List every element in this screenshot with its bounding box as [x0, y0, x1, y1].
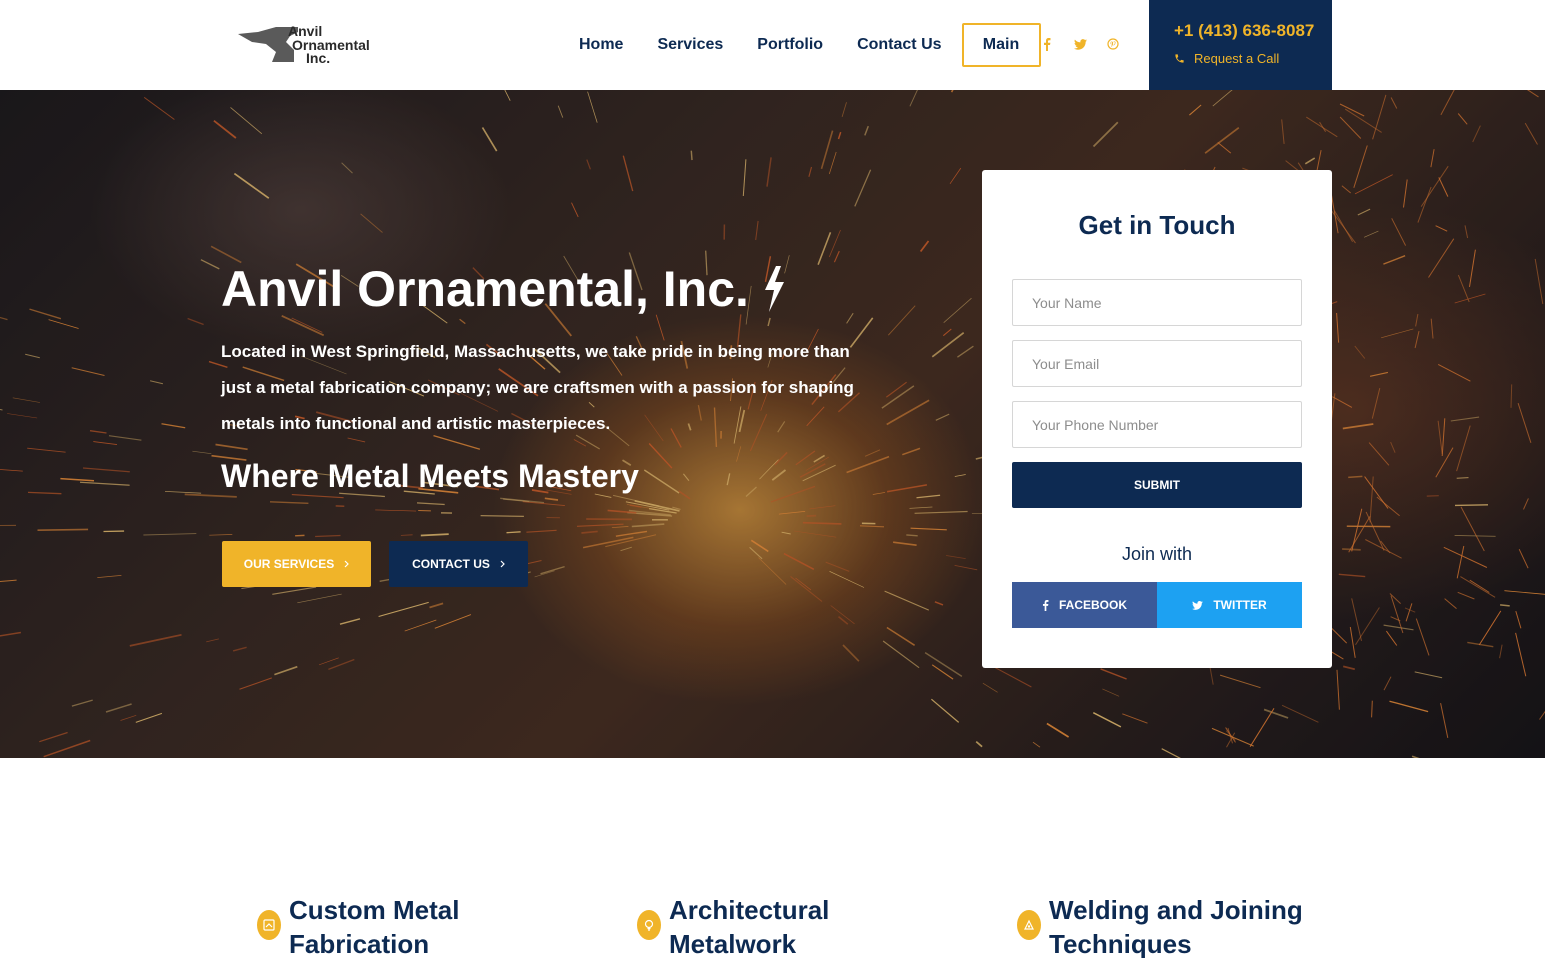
- welding-icon: [1017, 910, 1041, 940]
- email-input[interactable]: [1012, 340, 1302, 387]
- nav-main-button[interactable]: Main: [961, 23, 1041, 67]
- our-services-button[interactable]: OUR SERVICES: [222, 541, 371, 587]
- site-logo[interactable]: Anvil Ornamental Inc.: [236, 22, 388, 68]
- phone-input[interactable]: [1012, 401, 1302, 448]
- main-nav: Home Services Portfolio Contact Us Main: [562, 23, 1058, 67]
- request-call-link[interactable]: Request a Call: [1174, 51, 1279, 66]
- facebook-icon[interactable]: [1040, 35, 1054, 53]
- contact-form-title: Get in Touch: [1078, 210, 1236, 240]
- contact-form-card: Get in Touch SUBMIT Join with FACEBOOK T…: [982, 170, 1332, 668]
- svg-text:Ornamental: Ornamental: [292, 37, 370, 53]
- phone-number[interactable]: +1 (413) 636-8087: [1174, 21, 1314, 41]
- lightbulb-icon: [637, 910, 661, 940]
- fabrication-icon: [257, 910, 281, 940]
- hero-title-text: Anvil Ornamental, Inc.: [221, 261, 749, 317]
- call-box: +1 (413) 636-8087 Request a Call: [1149, 0, 1332, 90]
- facebook-join-button[interactable]: FACEBOOK: [1012, 582, 1157, 628]
- our-services-label: OUR SERVICES: [243, 557, 335, 571]
- nav-contact-us[interactable]: Contact Us: [857, 36, 941, 54]
- facebook-join-label: FACEBOOK: [1058, 598, 1127, 612]
- site-header: Anvil Ornamental Inc. Home Services Port…: [0, 0, 1545, 90]
- twitter-icon[interactable]: [1073, 35, 1087, 53]
- service-item-architectural-metalwork[interactable]: Architectural Metalwork: [637, 893, 869, 958]
- twitter-join-label: TWITTER: [1213, 598, 1267, 612]
- svg-text:Inc.: Inc.: [306, 50, 330, 66]
- service-item-custom-metal-fabrication[interactable]: Custom Metal Fabrication: [257, 893, 489, 958]
- chevron-right-icon: [500, 560, 505, 568]
- twitter-icon: [1192, 600, 1204, 610]
- join-with-label: Join with: [1121, 544, 1193, 564]
- pinterest-icon[interactable]: [1106, 35, 1120, 53]
- service-item-welding-and-joining[interactable]: Welding and Joining Techniques: [1017, 893, 1309, 958]
- facebook-icon: [1042, 599, 1049, 611]
- service-title: Custom Metal Fabrication: [289, 895, 460, 958]
- anvil-logo-graphic: Anvil Ornamental Inc.: [238, 23, 370, 66]
- service-title: Welding and Joining Techniques: [1049, 895, 1303, 958]
- service-title: Architectural Metalwork: [669, 895, 830, 958]
- hero-title: Anvil Ornamental, Inc.: [221, 260, 787, 318]
- phone-icon: [1175, 54, 1184, 63]
- chevron-right-icon: [344, 560, 350, 568]
- header-social-links: [1040, 35, 1120, 53]
- hero-subtitle: Where Metal Meets Mastery: [221, 458, 639, 494]
- submit-button[interactable]: SUBMIT: [1012, 462, 1302, 508]
- contact-us-button[interactable]: CONTACT US: [389, 541, 528, 587]
- nav-home[interactable]: Home: [579, 36, 623, 54]
- twitter-join-button[interactable]: TWITTER: [1157, 582, 1302, 628]
- nav-portfolio[interactable]: Portfolio: [757, 36, 823, 54]
- lightning-bolt-icon: [764, 266, 784, 312]
- contact-us-label: CONTACT US: [412, 557, 490, 571]
- request-call-label: Request a Call: [1194, 51, 1280, 66]
- hero-description: Located in West Springfield, Massachuset…: [221, 342, 854, 433]
- name-input[interactable]: [1012, 279, 1302, 326]
- services-section: Custom Metal Fabrication Architectural M…: [0, 758, 1545, 958]
- hero-section: Anvil Ornamental, Inc. Located in West S…: [0, 90, 1545, 758]
- nav-services[interactable]: Services: [657, 36, 723, 54]
